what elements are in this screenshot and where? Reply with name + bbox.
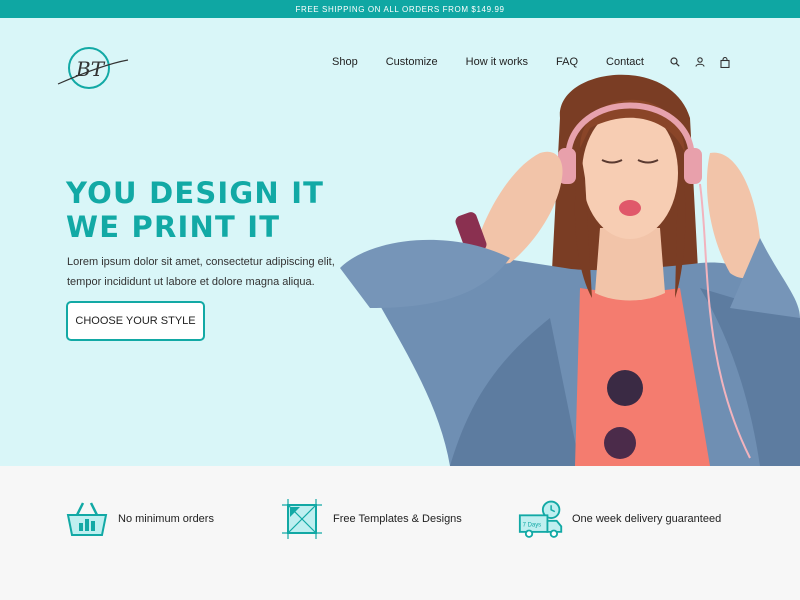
- delivery-truck-icon: 7 Days: [518, 496, 564, 542]
- basket-icon: [64, 496, 110, 542]
- hero-headline-line-2: WE PRINT IT: [66, 210, 281, 244]
- feature-delivery-label: One week delivery guaranteed: [572, 513, 722, 525]
- hero-lead: Lorem ipsum dolor sit amet, consectetur …: [67, 252, 337, 292]
- features-section: No minimum orders Free Templates & Desig…: [0, 466, 800, 600]
- template-grid-icon: [279, 496, 325, 542]
- feature-free-templates: Free Templates & Designs: [279, 496, 462, 542]
- hero-headline: YOU DESIGN IT WE PRINT IT: [66, 176, 324, 244]
- hero-lead-line-2: tempor incididunt ut labore et dolore ma…: [67, 276, 315, 288]
- feature-no-minimum-label: No minimum orders: [118, 513, 214, 525]
- hero-lead-line-1: Lorem ipsum dolor sit amet, consectetur …: [67, 256, 335, 268]
- choose-your-style-button[interactable]: CHOOSE YOUR STYLE: [66, 301, 205, 341]
- logo-text: BT: [75, 57, 106, 81]
- hero-section: BT Shop Customize How it works FAQ Conta…: [0, 18, 800, 466]
- feature-free-templates-label: Free Templates & Designs: [333, 513, 462, 525]
- hero-headline-line-1: YOU DESIGN IT: [66, 176, 325, 210]
- feature-no-minimum: No minimum orders: [64, 496, 214, 542]
- feature-delivery: 7 Days One week delivery guaranteed: [518, 496, 721, 542]
- shipping-banner-text: FREE SHIPPING ON ALL ORDERS FROM $149.99: [295, 4, 505, 14]
- delivery-badge-text: 7 Days: [523, 522, 542, 528]
- hero-photo: [340, 74, 800, 466]
- brand-logo[interactable]: BT: [56, 44, 132, 92]
- shipping-banner: FREE SHIPPING ON ALL ORDERS FROM $149.99: [0, 0, 800, 18]
